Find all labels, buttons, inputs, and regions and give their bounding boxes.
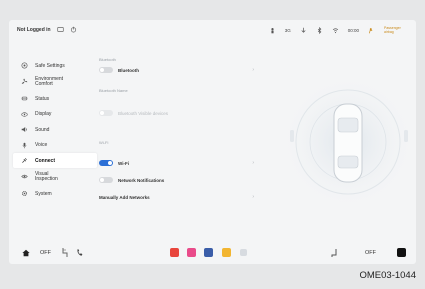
chevron-right-icon: › [252, 67, 254, 73]
settings-sidebar: Safe Settings Environment Comfort Status… [13, 58, 97, 202]
figure-frame: Not Logged in 3G 00:00 Passenger airbag … [0, 0, 425, 289]
seat-heat-icon[interactable] [61, 247, 69, 258]
wifi-label: Wi-Fi [118, 160, 129, 166]
wifi-toggle[interactable] [99, 160, 113, 166]
status-right: 3G 00:00 Passenger airbag [269, 26, 406, 34]
sidebar-item-label: System [35, 190, 52, 197]
volume-icon[interactable] [397, 248, 406, 257]
sidebar-item-label: Display [35, 111, 52, 117]
sidebar-item-sound[interactable]: Sound [13, 122, 97, 137]
sidebar-item-label: Connect [35, 157, 55, 164]
sidebar-item-status[interactable]: Status [13, 91, 97, 106]
manually-add-networks-label: Manually Add Networks [99, 194, 150, 200]
sidebar-item-label: Visual Inspection [35, 170, 58, 182]
download-icon [301, 27, 306, 33]
signal-indicator: 3G [284, 27, 291, 33]
display-icon [21, 111, 28, 117]
safety-icon [21, 62, 28, 69]
manually-add-networks-row[interactable]: Manually Add Networks › [99, 191, 264, 203]
sidebar-item-label: Voice [35, 142, 48, 148]
sound-icon [21, 127, 27, 132]
media-app-icon[interactable] [170, 248, 179, 257]
wifi-row[interactable]: Wi-Fi › [99, 157, 264, 169]
bluetooth-status-icon [317, 26, 322, 34]
sidebar-item-connect[interactable]: Connect [13, 153, 97, 168]
sidebar-item-safe-settings[interactable]: Safe Settings [13, 58, 97, 73]
bluetooth-label: Bluetooth [118, 67, 139, 73]
fan-icon [21, 78, 28, 84]
power-icon[interactable] [70, 26, 77, 33]
sidebar-item-environment-comfort[interactable]: Environment Comfort [13, 74, 97, 91]
sidebar-item-display[interactable]: Display [13, 107, 97, 122]
status-left: Not Logged in [17, 26, 77, 33]
infotainment-screen: Not Logged in 3G 00:00 Passenger airbag … [9, 20, 416, 264]
chevron-right-icon: › [252, 160, 254, 166]
airbag-status-badge: Passenger airbag [384, 26, 401, 34]
connect-icon [22, 158, 27, 163]
voice-icon [22, 142, 27, 148]
clock: 00:00 [347, 27, 359, 33]
wifi-status-icon [332, 27, 338, 33]
bluetooth-visible-label: Bluetooth Visible devices [118, 110, 168, 116]
seatbelt-icon [271, 27, 274, 33]
sidebar-item-system[interactable]: System [13, 186, 97, 201]
bottom-dock: OFF OFF [9, 242, 416, 264]
bluetooth-visible-toggle[interactable] [99, 110, 113, 116]
sidebar-item-label: Safe Settings [35, 62, 65, 69]
seat-icon[interactable] [331, 248, 339, 258]
airbag-icon [369, 27, 373, 33]
wifi-section-title: Wi-Fi [99, 140, 109, 145]
bluetooth-visible-row[interactable]: Bluetooth Visible devices [99, 107, 264, 119]
phone-icon[interactable] [76, 248, 84, 257]
screen-icon[interactable] [56, 26, 64, 33]
settings-app-icon[interactable] [240, 249, 247, 256]
network-notifications-row[interactable]: Network Notifications [99, 174, 264, 186]
user-status[interactable]: Not Logged in [17, 27, 51, 33]
right-temperature[interactable]: OFF [365, 250, 376, 256]
network-notifications-label: Network Notifications [118, 177, 165, 183]
gear-icon [22, 191, 27, 196]
status-bar: Not Logged in 3G 00:00 Passenger airbag [9, 20, 416, 42]
home-icon[interactable] [22, 249, 30, 257]
figure-caption: OME03-1044 [359, 270, 416, 281]
apps-app-icon[interactable] [222, 248, 231, 257]
sidebar-item-label: Sound [35, 126, 50, 133]
left-temperature[interactable]: OFF [40, 250, 51, 256]
car-status-icon [21, 96, 28, 101]
eye-icon [21, 174, 28, 178]
music-app-icon[interactable] [187, 248, 196, 257]
bluetooth-row[interactable]: Bluetooth › [99, 64, 264, 76]
sidebar-item-label: Status [35, 95, 50, 102]
vehicle-illustration [278, 72, 416, 212]
sidebar-item-voice[interactable]: Voice [13, 138, 97, 153]
bluetooth-section-title: Bluetooth [99, 57, 116, 62]
bluetooth-toggle[interactable] [99, 67, 113, 73]
chevron-right-icon: › [252, 194, 254, 200]
sidebar-item-visual-inspection[interactable]: Visual Inspection [13, 169, 97, 186]
bluetooth-name-section-title: Bluetooth Name [99, 88, 128, 93]
navigation-app-icon[interactable] [204, 248, 213, 257]
sidebar-item-label: Environment Comfort [35, 75, 64, 87]
network-notifications-toggle[interactable] [99, 177, 113, 183]
